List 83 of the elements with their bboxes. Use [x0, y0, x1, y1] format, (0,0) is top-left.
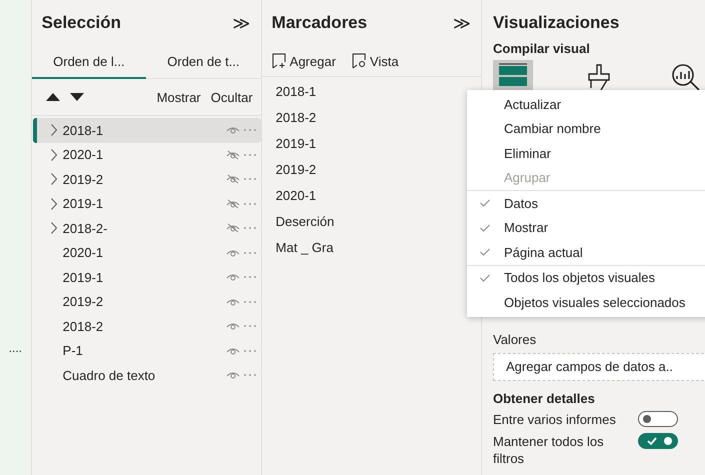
- eye-icon[interactable]: [226, 296, 240, 307]
- menu-item[interactable]: Eliminar: [467, 141, 705, 166]
- chevron-icon[interactable]: [50, 198, 57, 210]
- add-bookmark-button[interactable]: Agregar: [272, 53, 336, 69]
- layer-name: 2019-2: [62, 172, 104, 187]
- show-button[interactable]: Mostrar: [156, 90, 201, 104]
- more-icon[interactable]: [242, 226, 257, 230]
- chevron-icon[interactable]: [50, 148, 57, 161]
- more-icon[interactable]: [242, 202, 257, 206]
- eye-icon[interactable]: [226, 272, 240, 282]
- more-icon[interactable]: [242, 348, 257, 353]
- field-label: Valores: [493, 332, 538, 347]
- collapse-button[interactable]: ≫: [232, 12, 251, 34]
- layer-name: Cuadro de texto: [62, 368, 156, 383]
- layer-name: 2019-1: [62, 270, 104, 285]
- menu-item[interactable]: Mostrar: [467, 216, 705, 240]
- more-icon[interactable]: [242, 177, 257, 182]
- more-icon[interactable]: [242, 300, 257, 304]
- eye-icon[interactable]: [226, 346, 240, 356]
- layer-row[interactable]: 2020-1: [32, 142, 261, 167]
- layer-name: 2018-2: [62, 318, 104, 334]
- layer-name: 2019-2: [62, 294, 104, 310]
- layer-row[interactable]: Cuadro de texto: [32, 363, 261, 388]
- table-icon[interactable]: [493, 60, 533, 92]
- layer-row[interactable]: 2019-2: [32, 167, 261, 192]
- tab[interactable]: Orden de t...: [146, 46, 261, 79]
- eye-slash-icon[interactable]: [226, 223, 240, 234]
- menu-item[interactable]: Objetos visuales seleccionados: [467, 290, 705, 314]
- check-icon: [647, 437, 657, 445]
- eye-icon[interactable]: [226, 370, 240, 380]
- chevron-icon[interactable]: [50, 124, 57, 136]
- hide-button[interactable]: Ocultar: [210, 90, 253, 104]
- menu-item[interactable]: Cambiar nombre: [467, 116, 705, 141]
- more-icon[interactable]: [242, 275, 257, 280]
- layer-row[interactable]: 2019-2: [32, 290, 261, 314]
- values-drop-field[interactable]: Agregar campos de datos a..: [493, 353, 705, 381]
- more-icon[interactable]: [242, 152, 257, 157]
- more-icon[interactable]: [242, 250, 257, 255]
- menu-item[interactable]: Datos: [467, 191, 705, 216]
- eye-icon[interactable]: [226, 321, 240, 332]
- layer-name: 2019-1: [62, 196, 104, 212]
- bookmark-view-icon: [352, 53, 366, 69]
- eye-icon[interactable]: [226, 125, 240, 136]
- eye-slash-icon[interactable]: [226, 150, 240, 160]
- section-heading: Compilar visual: [493, 41, 591, 56]
- layer-name: 2020-1: [62, 147, 104, 162]
- panel-title: Selección: [42, 13, 122, 33]
- toggle-switch[interactable]: [638, 411, 678, 427]
- panel-title: Marcadores: [272, 13, 368, 33]
- layer-name: 2018-2-: [62, 220, 108, 236]
- collapse-button[interactable]: ≫: [453, 12, 471, 34]
- layer-row[interactable]: 2018-1: [32, 118, 261, 142]
- more-icon[interactable]: [242, 128, 257, 132]
- eye-slash-icon[interactable]: [226, 174, 240, 184]
- layer-row[interactable]: 2019-1: [32, 265, 261, 290]
- chevron-icon[interactable]: [50, 173, 57, 186]
- toggle-label: Entre varios informes: [493, 411, 617, 428]
- layer-row[interactable]: 2018-2: [32, 314, 261, 338]
- move-up-icon[interactable]: [46, 93, 60, 101]
- menu-item[interactable]: Actualizar: [467, 92, 705, 116]
- bookmark-add-icon: [272, 53, 286, 69]
- view-button[interactable]: Vista: [352, 53, 399, 69]
- layer-row[interactable]: 2019-1: [32, 192, 261, 216]
- toggle-switch[interactable]: [638, 433, 678, 449]
- panel-title: Visualizaciones: [493, 13, 620, 33]
- layer-row[interactable]: P-1: [32, 338, 261, 363]
- layer-name: 2020-1: [62, 245, 104, 260]
- layer-name: P-1: [62, 343, 83, 358]
- menu-item[interactable]: Página actual: [467, 240, 705, 264]
- eye-icon[interactable]: [226, 248, 240, 258]
- layer-row[interactable]: 2018-2-: [32, 216, 261, 240]
- layer-row[interactable]: 2020-1: [32, 240, 261, 265]
- chevron-icon[interactable]: [50, 222, 57, 234]
- resize-handle[interactable]: ....: [8, 340, 22, 354]
- layer-name: 2018-1: [62, 122, 104, 138]
- section-heading: Obtener detalles: [493, 391, 596, 406]
- eye-slash-icon[interactable]: [226, 198, 240, 209]
- move-down-icon[interactable]: [70, 93, 84, 101]
- menu-item[interactable]: Todos los objetos visuales: [467, 266, 705, 290]
- tab[interactable]: Orden de l...: [32, 46, 146, 79]
- toggle-label: Mantener todos los filtros: [493, 433, 605, 467]
- more-icon[interactable]: [242, 373, 257, 378]
- more-icon[interactable]: [242, 324, 257, 328]
